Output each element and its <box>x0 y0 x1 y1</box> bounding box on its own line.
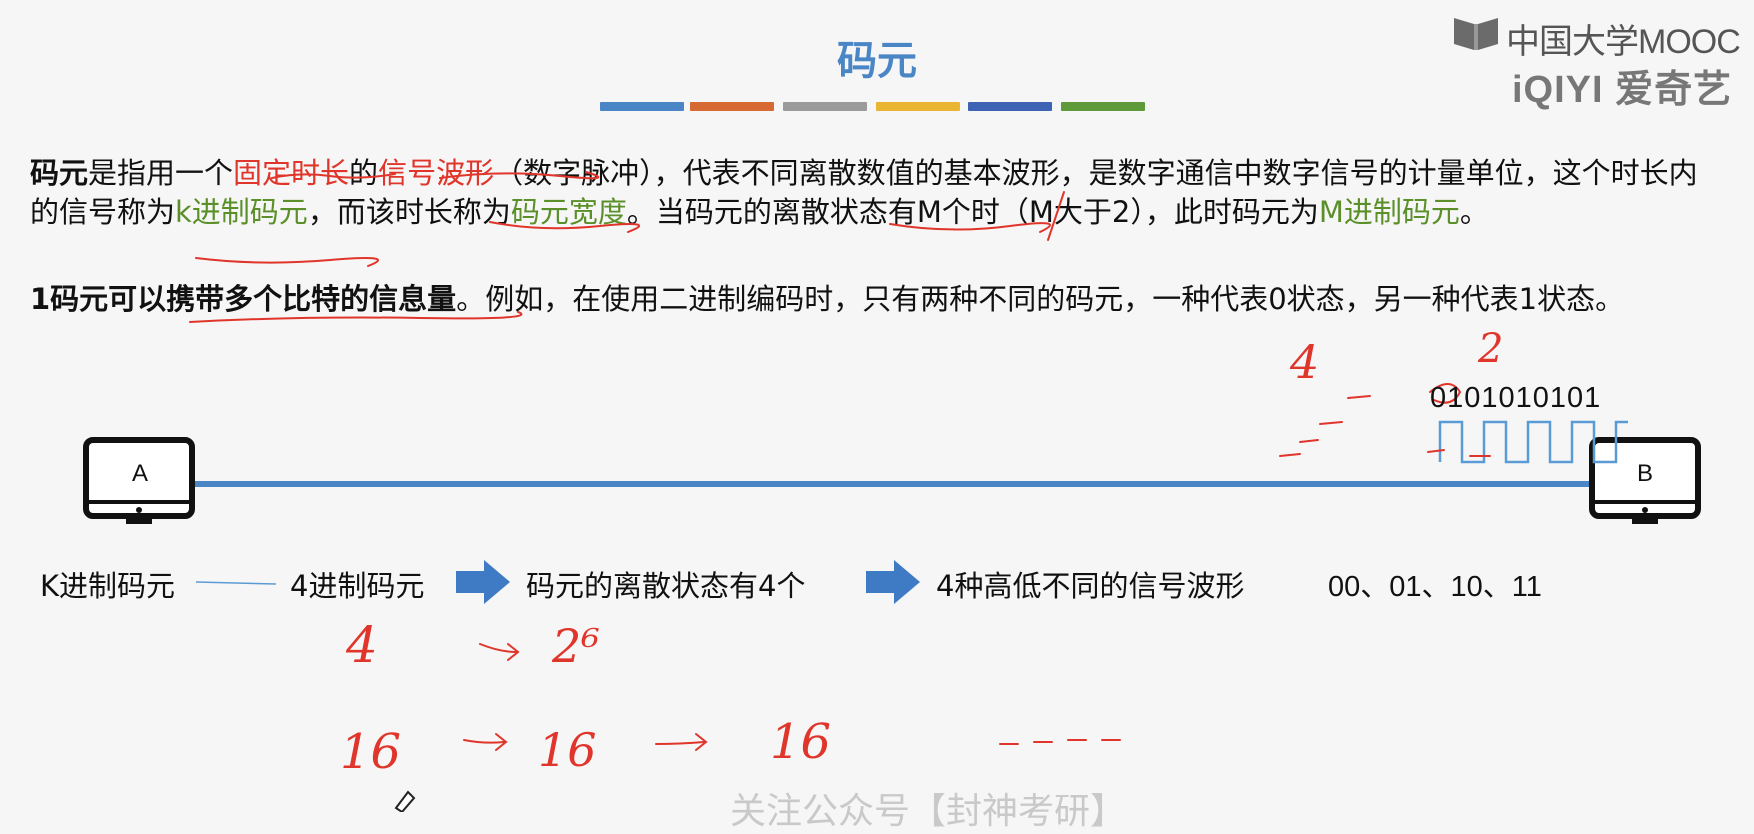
monitor-b-label: B <box>1636 460 1653 487</box>
flow-step-waveforms: 4种高低不同的信号波形 <box>936 569 1245 603</box>
k-ary-connector <box>195 581 277 585</box>
arrow-right-icon <box>456 560 510 604</box>
handwritten-power-row1: 2⁶ <box>551 619 600 673</box>
handwritten-sixteen-c: 16 <box>770 714 831 770</box>
handwritten-four-row1: 4 <box>345 616 378 674</box>
bit-sequence: 0101010101 <box>1430 382 1602 414</box>
flow-step-4ary: 4进制码元 <box>290 569 425 603</box>
monitor-a-label: A <box>131 460 148 487</box>
flow-codes: 00、01、10、11 <box>1328 571 1542 603</box>
handwritten-underlines <box>189 171 1491 751</box>
flow-step-discrete-states: 码元的离散状态有4个 <box>526 569 806 603</box>
arrow-right-icon <box>866 560 920 604</box>
handwritten-sixteen-b: 16 <box>538 723 597 777</box>
handwritten-four-top: 4 <box>1289 335 1319 389</box>
handwritten-sixteen-a: 16 <box>340 724 401 780</box>
flow-k-ary-label: K进制码元 <box>40 569 176 603</box>
pencil-cursor-icon <box>394 790 416 812</box>
watermark: 关注公众号【封神考研】 <box>730 791 1127 832</box>
handwritten-two-top: 2 <box>1477 326 1503 372</box>
